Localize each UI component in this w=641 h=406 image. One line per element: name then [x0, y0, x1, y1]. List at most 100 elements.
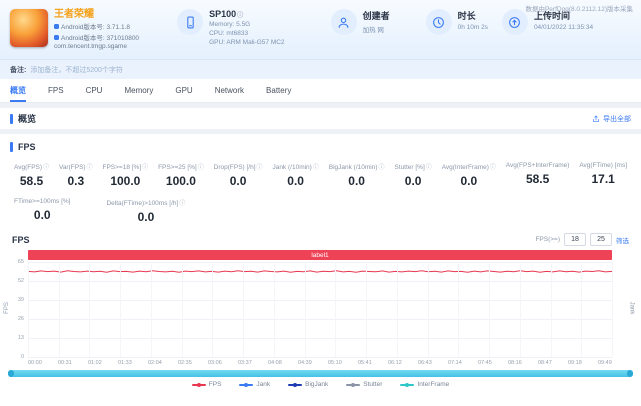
- y-axis-tick: 52: [17, 278, 24, 284]
- legend-dot: [351, 382, 356, 387]
- collector-note: 数据由PerfDog(8.0.2112.12)版本采集: [525, 6, 633, 13]
- tab-Network[interactable]: Network: [215, 79, 244, 102]
- metric-value: 0.0: [287, 174, 304, 188]
- tab-概览[interactable]: 概览: [10, 79, 26, 102]
- metric-label: FPS>=18 [%]ⓘ: [102, 164, 149, 171]
- y-axis-tick: 65: [17, 259, 24, 265]
- x-axis-tick: 06:12: [388, 360, 402, 366]
- metric-label: Var(FPS)ⓘ: [58, 164, 93, 171]
- gridline-vertical: [58, 262, 60, 357]
- app-info: 王者荣耀 Android版本号: 3.71.1.8 Android版本号: 37…: [10, 9, 139, 50]
- info-icon[interactable]: ⓘ: [313, 165, 319, 171]
- x-axis-tick: 03:06: [208, 360, 222, 366]
- metric: FPS>=18 [%]ⓘ 100.0: [102, 162, 148, 188]
- tab-Memory[interactable]: Memory: [124, 79, 153, 102]
- gridline: [28, 357, 612, 358]
- metric-value: 0.0: [229, 174, 247, 188]
- metric-label: FTime>=100ms [%]: [14, 198, 71, 205]
- remark-label: 备注:: [10, 66, 27, 74]
- export-all-link[interactable]: 导出全部: [592, 114, 631, 124]
- export-all-label: 导出全部: [603, 115, 631, 123]
- metric-label: Stutter [%]ⓘ: [394, 164, 432, 171]
- legend-item[interactable]: Jank: [239, 381, 270, 388]
- gridline: [28, 338, 612, 339]
- overview-section-header: 概览 导出全部: [0, 108, 641, 129]
- fps-line-chart: [28, 270, 612, 273]
- metric-label: Avg(InterFrame)ⓘ: [441, 164, 496, 171]
- metric: Stutter [%]ⓘ 0.0: [394, 162, 431, 188]
- tab-CPU[interactable]: CPU: [86, 79, 103, 102]
- legend-marker: [346, 382, 361, 387]
- gridline-vertical: [273, 262, 275, 357]
- x-axis-tick: 09:18: [568, 360, 582, 366]
- info-icon[interactable]: ⓘ: [142, 165, 148, 171]
- info-icon[interactable]: ⓘ: [179, 201, 185, 207]
- chart-annotation-banner[interactable]: label1: [28, 250, 612, 260]
- info-icon[interactable]: ⓘ: [257, 165, 263, 171]
- creator-info: 创建者 加热 网: [330, 9, 390, 35]
- x-axis-tick: 05:10: [328, 360, 342, 366]
- fps-card-accent: [10, 142, 13, 152]
- metrics-row-1: Avg(FPS)ⓘ 58.5 Var(FPS)ⓘ 0.3 FPS>=18 [%]ⓘ 100…: [0, 155, 641, 188]
- chart-scrollbar[interactable]: [8, 370, 633, 377]
- section-title: 概览: [18, 114, 37, 124]
- tab-Battery[interactable]: Battery: [266, 79, 291, 102]
- metric-label: BigJank (/10min)ⓘ: [328, 164, 385, 171]
- tab-bar: 概览 FPS CPU Memory GPU Network Battery: [0, 79, 641, 103]
- gridline: [28, 300, 612, 301]
- x-axis-tick: 07:45: [478, 360, 492, 366]
- legend-item[interactable]: Stutter: [346, 381, 382, 388]
- info-icon[interactable]: ⓘ: [426, 165, 432, 171]
- gridline-vertical: [212, 262, 214, 357]
- x-axis-tick: 01:33: [118, 360, 132, 366]
- chart-plot[interactable]: 65 52 39 26 13 0: [18, 259, 613, 360]
- creator-label: 创建者: [362, 11, 390, 21]
- legend-item[interactable]: InterFrame: [400, 381, 449, 388]
- metric: Avg(FPS)ⓘ 58.5: [14, 162, 49, 188]
- metric-label: FPS>=25 [%]ⓘ: [158, 164, 204, 171]
- metric-label: Delta(FTime)>100ms [/h]ⓘ: [106, 200, 186, 207]
- remark-input[interactable]: 备注: 添加备注，不超过5200个字符: [0, 60, 641, 79]
- info-icon[interactable]: ⓘ: [198, 165, 204, 171]
- y-axis-tick: 13: [17, 335, 24, 341]
- duration-value: 0h 10m 2s: [457, 24, 488, 31]
- x-axis-tick: 06:43: [418, 360, 432, 366]
- section-accent: [10, 113, 13, 124]
- legend-dot: [293, 382, 298, 387]
- tab-FPS[interactable]: FPS: [48, 79, 64, 102]
- info-icon[interactable]: ⓘ: [237, 13, 243, 19]
- gridline-vertical: [304, 262, 306, 357]
- device-memory: Memory: 5.5G: [209, 21, 251, 28]
- app-version-line1: Android版本号: 3.71.1.8: [54, 21, 139, 31]
- metric: Avg(InterFrame)ⓘ 0.0: [442, 162, 496, 188]
- info-icon[interactable]: ⓘ: [87, 165, 93, 171]
- legend-label: InterFrame: [417, 381, 450, 388]
- fps-filter-max-input[interactable]: [590, 233, 612, 246]
- legend-item[interactable]: BigJank: [288, 381, 328, 388]
- info-icon[interactable]: ⓘ: [490, 165, 496, 171]
- android-icon: [54, 34, 59, 40]
- y-axis-right-title: Jank: [628, 301, 635, 315]
- tab-GPU[interactable]: GPU: [175, 79, 192, 102]
- gridline: [28, 262, 612, 263]
- gridline: [28, 281, 612, 282]
- y-axis-tick: 26: [17, 316, 24, 322]
- x-axis-tick: 08:16: [508, 360, 522, 366]
- app-version-text2: Android版本号: 371010800: [61, 35, 140, 42]
- gridline-vertical: [396, 262, 398, 357]
- legend-item[interactable]: FPS: [191, 381, 221, 388]
- legend-label: Stutter: [363, 381, 383, 388]
- gridline-vertical: [489, 262, 491, 357]
- metric-value: 100.0: [110, 174, 141, 188]
- upload-clock-icon: [501, 9, 528, 35]
- fps-filter-min-input[interactable]: [564, 233, 586, 246]
- x-axis-tick: 07:14: [448, 360, 462, 366]
- info-icon[interactable]: ⓘ: [43, 165, 49, 171]
- fps-filter-apply-link[interactable]: 筛选: [616, 235, 629, 245]
- metric-value: 58.5: [525, 172, 550, 186]
- android-icon: [54, 23, 59, 29]
- game-app-icon: [10, 9, 48, 47]
- info-icon[interactable]: ⓘ: [379, 165, 385, 171]
- device-gpu: GPU: ARM Mali-G57 MC2: [209, 39, 285, 46]
- x-axis-tick: 09:49: [598, 360, 612, 366]
